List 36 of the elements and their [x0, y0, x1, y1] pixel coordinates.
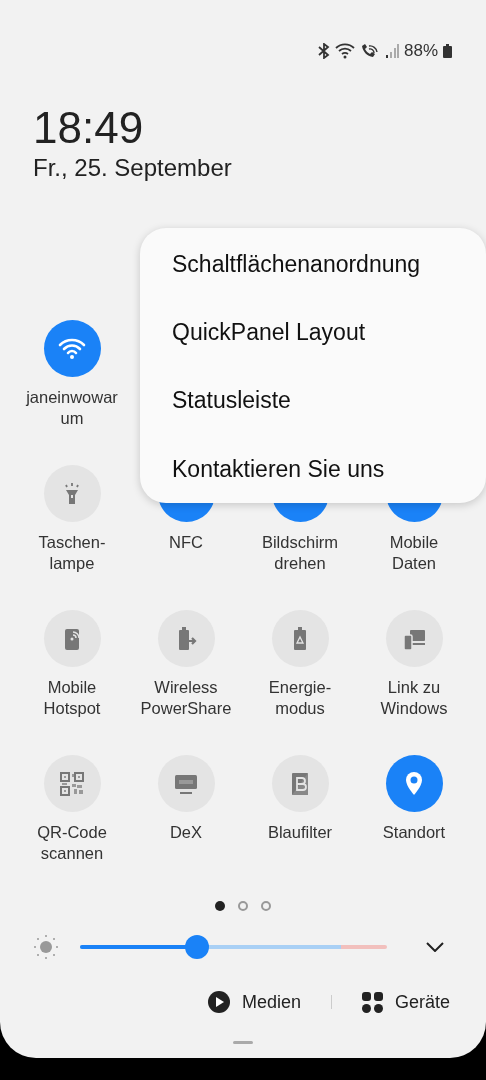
media-button[interactable]: Medien: [207, 988, 301, 1016]
signal-icon: [384, 44, 399, 58]
tile-label: Mobile Hotspot: [43, 677, 101, 719]
tile-label: Energie- modus: [268, 677, 332, 719]
tile-label: janeinwowar um: [26, 387, 118, 429]
wifi-call-icon: [359, 43, 380, 59]
devices-button[interactable]: Geräte: [361, 988, 450, 1016]
tile-label: Wireless PowerShare: [140, 677, 232, 719]
chevron-down-icon[interactable]: [426, 942, 444, 952]
tile-label: DeX: [169, 822, 203, 843]
brightness-icon: [33, 934, 59, 960]
brightness-slider[interactable]: [80, 935, 387, 959]
toggle-button[interactable]: [43, 320, 101, 377]
tile-label: QR-Code scannen: [37, 822, 107, 864]
menu-item[interactable]: Schaltflächenanordnung: [140, 230, 486, 299]
drag-handle[interactable]: [233, 1041, 253, 1044]
tile-label: Standort: [382, 822, 446, 843]
menu-item[interactable]: Statusleiste: [140, 366, 486, 435]
grid-icon: [361, 991, 383, 1013]
toggle-button[interactable]: [385, 755, 443, 812]
menu-item[interactable]: QuickPanel Layout: [140, 298, 486, 367]
wifi-icon: [334, 43, 355, 59]
tile-label: Mobile Daten: [389, 532, 439, 574]
battery-percentage: 88%: [403, 40, 438, 63]
bluetooth-icon: [317, 43, 330, 59]
tile-label: Bildschirm drehen: [261, 532, 339, 574]
menu-item[interactable]: Kontaktieren Sie uns: [140, 434, 486, 503]
tile-label: NFC: [169, 532, 203, 553]
date-text: Fr., 25. September: [33, 153, 232, 183]
slider-thumb[interactable]: [184, 935, 209, 959]
tile-label: Link zu Windows: [380, 677, 448, 719]
battery-icon: [443, 44, 452, 58]
play-icon: [207, 991, 230, 1013]
tile-label: Blaufilter: [267, 822, 333, 843]
clock-time: 18:49: [33, 102, 144, 154]
tile-label: Taschen- lampe: [38, 532, 106, 574]
